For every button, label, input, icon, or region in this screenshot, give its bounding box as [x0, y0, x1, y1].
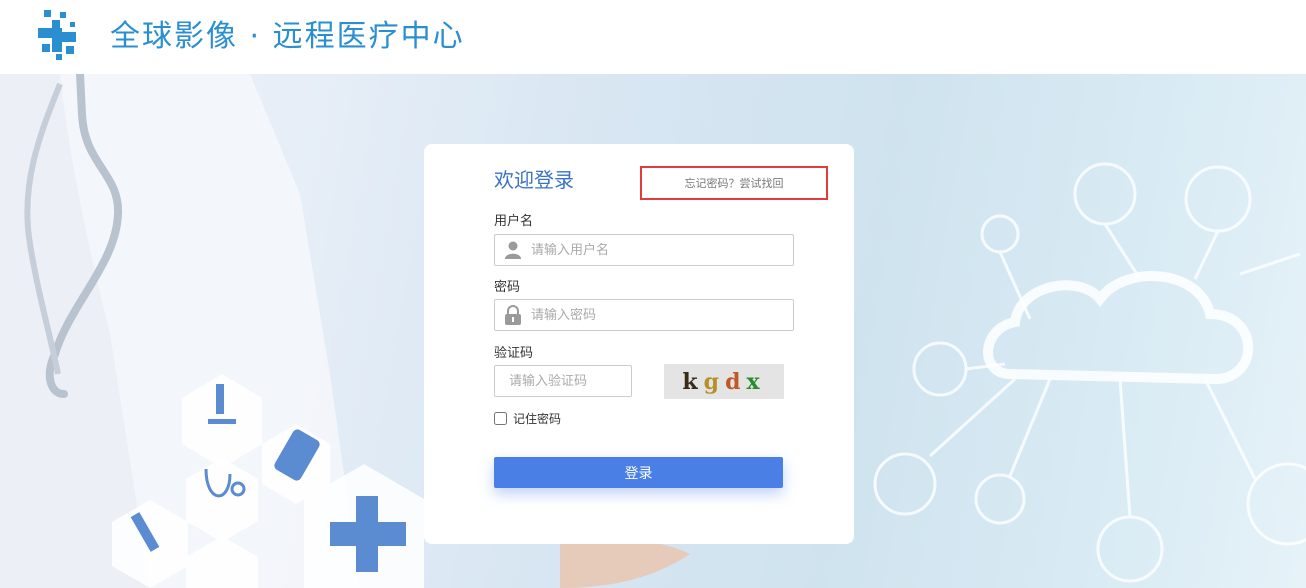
login-card: 欢迎登录 忘记密码？尝试找回 用户名 密码	[424, 144, 854, 544]
password-field	[494, 299, 794, 331]
lock-icon	[495, 305, 531, 325]
remember-password[interactable]: 记住密码	[494, 410, 561, 427]
login-button[interactable]: 登录	[494, 457, 783, 488]
captcha-field	[494, 365, 632, 397]
login-title: 欢迎登录	[494, 168, 574, 192]
logo-icon	[38, 10, 76, 60]
password-input[interactable]	[531, 307, 771, 323]
user-icon	[495, 241, 531, 259]
hero-background: 欢迎登录 忘记密码？尝试找回 用户名 密码	[0, 74, 1306, 588]
forgot-password-highlight: 忘记密码？尝试找回	[640, 166, 828, 200]
captcha-char: x	[746, 368, 766, 395]
password-label: 密码	[494, 280, 521, 295]
username-field	[494, 234, 794, 266]
captcha-label: 验证码	[494, 346, 534, 361]
remember-label: 记住密码	[513, 412, 562, 426]
captcha-char: k	[682, 368, 704, 395]
captcha-char: g	[703, 368, 726, 395]
captcha-char: d	[725, 368, 747, 395]
remember-checkbox[interactable]	[494, 412, 507, 425]
header-bar: 全球影像 · 远程医疗中心	[0, 0, 1306, 74]
username-input[interactable]	[531, 242, 771, 258]
username-label: 用户名	[494, 214, 534, 229]
forgot-password-link[interactable]: 忘记密码？尝试找回	[685, 175, 784, 191]
logo-text: 全球影像 · 远程医疗中心	[110, 19, 465, 54]
captcha-image[interactable]: kgdx	[664, 364, 784, 399]
captcha-input[interactable]	[509, 373, 627, 389]
